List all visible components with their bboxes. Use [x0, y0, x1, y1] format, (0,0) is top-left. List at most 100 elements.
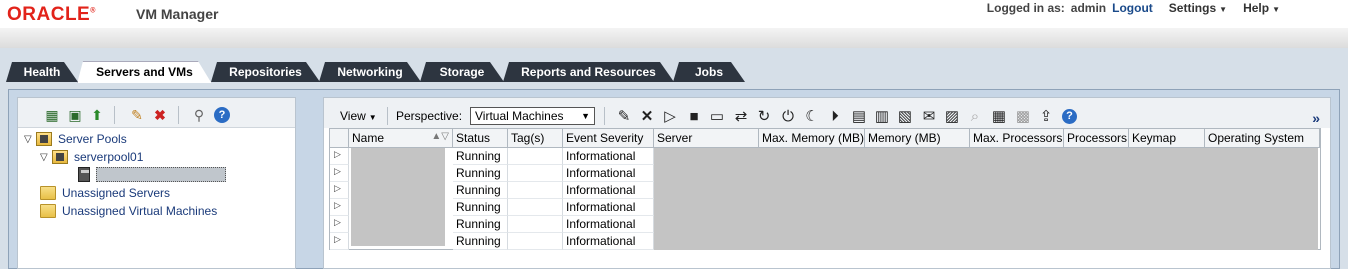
- navigation-toolbar: ▦ ▣ ⬆ ✎ ✖ ⚲ ?: [18, 98, 295, 128]
- column-header-name[interactable]: Name ▲▽: [349, 129, 453, 148]
- toolbar-separator: [178, 106, 179, 124]
- severity-cell: Informational: [563, 216, 654, 233]
- copy-icon[interactable]: ▨: [943, 109, 961, 125]
- user-bar: Logged in as: admin Logout Settings ▼ Hel…: [987, 1, 1280, 15]
- column-header-server[interactable]: Server: [654, 129, 759, 148]
- export-icon[interactable]: ▦: [990, 109, 1008, 125]
- navigation-panel: ▦ ▣ ⬆ ✎ ✖ ⚲ ? ▽ Server Pools ▽ serverpoo…: [17, 97, 296, 269]
- create-server-pool-icon[interactable]: ▦: [44, 107, 60, 123]
- restart-icon[interactable]: ↻: [755, 109, 773, 125]
- tree-node-server[interactable]: [78, 165, 226, 183]
- folder-icon: [40, 204, 56, 218]
- tags-cell: [508, 233, 563, 250]
- chevron-down-icon: ▼: [368, 113, 377, 122]
- kill-icon[interactable]: ⏻: [779, 109, 797, 125]
- tab-reports-and-resources[interactable]: Reports and Resources: [503, 62, 674, 82]
- start-icon[interactable]: ▷: [661, 109, 679, 125]
- server-pool-folder-icon: [36, 132, 52, 146]
- severity-cell: Informational: [563, 148, 654, 165]
- username: admin: [1070, 1, 1107, 15]
- upload-file-icon[interactable]: ⇪: [1037, 109, 1055, 125]
- status-cell: Running: [453, 148, 508, 165]
- assembly-icon[interactable]: ▧: [896, 109, 914, 125]
- tree-node-label: Unassigned Virtual Machines: [62, 204, 218, 218]
- tags-cell: [508, 182, 563, 199]
- edit-icon[interactable]: ✎: [615, 109, 633, 125]
- message-icon[interactable]: ✉: [920, 109, 938, 125]
- tab-storage[interactable]: Storage: [420, 62, 504, 82]
- tree-node-label: Unassigned Servers: [62, 186, 171, 200]
- settings-menu[interactable]: Settings ▼: [1169, 1, 1227, 15]
- severity-cell: Informational: [563, 182, 654, 199]
- tree-node-unassigned-vms[interactable]: Unassigned Virtual Machines: [40, 202, 217, 220]
- header-band: [0, 28, 1348, 48]
- column-header-event-severity[interactable]: Event Severity: [563, 129, 654, 148]
- toolbar-separator: [604, 107, 605, 125]
- tree-node-server-pools[interactable]: ▽ Server Pools: [24, 130, 127, 148]
- suspend-icon[interactable]: ☾: [803, 109, 821, 125]
- help-menu[interactable]: Help ▼: [1243, 1, 1280, 15]
- tags-cell: [508, 199, 563, 216]
- chevron-down-icon: ▼: [1272, 5, 1280, 14]
- perspective-select[interactable]: Virtual Machines ▼: [470, 107, 595, 125]
- sendmsg-icon[interactable]: ⌕: [966, 109, 984, 125]
- tab-networking[interactable]: Networking: [319, 62, 421, 82]
- status-cell: Running: [453, 199, 508, 216]
- expand-row-icon[interactable]: ▷: [330, 182, 349, 199]
- collapse-icon[interactable]: ▽: [40, 152, 52, 163]
- stop-icon[interactable]: ■: [685, 109, 703, 125]
- toolbar-overflow-button[interactable]: »: [1312, 110, 1320, 126]
- column-header-keymap[interactable]: Keymap: [1129, 129, 1205, 148]
- column-header-operating-system[interactable]: Operating System: [1205, 129, 1320, 148]
- column-header-max-processors[interactable]: Max. Processors: [970, 129, 1064, 148]
- toolbar-separator: [114, 106, 115, 124]
- severity-cell: Informational: [563, 233, 654, 250]
- expand-row-icon[interactable]: ▷: [330, 148, 349, 165]
- column-header-status[interactable]: Status: [453, 129, 508, 148]
- tab-servers-and-vms[interactable]: Servers and VMs: [77, 61, 212, 84]
- delete-icon[interactable]: ✕: [638, 109, 656, 125]
- column-header-disclosure: [330, 129, 349, 148]
- tab-repositories[interactable]: Repositories: [211, 62, 320, 82]
- migrate-icon[interactable]: ⇄: [732, 109, 750, 125]
- logout-link[interactable]: Logout: [1112, 1, 1153, 15]
- help-icon[interactable]: ?: [1062, 109, 1077, 124]
- upload-icon[interactable]: ⬆: [89, 107, 105, 123]
- upload-icon[interactable]: ▩: [1014, 109, 1032, 125]
- app-header: ORACLE® VM Manager Logged in as: admin L…: [0, 0, 1348, 28]
- expand-row-icon[interactable]: ▷: [330, 233, 349, 250]
- resume-icon[interactable]: ⏵: [826, 109, 844, 125]
- status-cell: Running: [453, 233, 508, 250]
- redacted-details-columns: [654, 148, 1318, 250]
- severity-cell: Informational: [563, 165, 654, 182]
- add-server-icon[interactable]: ▣: [67, 107, 83, 123]
- sort-arrows-icon[interactable]: ▲▽: [431, 131, 449, 142]
- tree-node-label: serverpool01: [74, 150, 144, 164]
- edit-icon[interactable]: ✎: [129, 107, 145, 123]
- column-header-processors[interactable]: Processors: [1064, 129, 1129, 148]
- selected-server-redacted[interactable]: [96, 166, 226, 182]
- expand-row-icon[interactable]: ▷: [330, 165, 349, 182]
- tree-node-unassigned-servers[interactable]: Unassigned Servers: [40, 184, 170, 202]
- console-icon[interactable]: ▭: [708, 109, 726, 125]
- column-header-tags[interactable]: Tag(s): [508, 129, 563, 148]
- folder-icon: [40, 186, 56, 200]
- collapse-icon[interactable]: ▽: [24, 134, 36, 145]
- column-header-memory[interactable]: Memory (MB): [865, 129, 970, 148]
- search-icon[interactable]: ⚲: [191, 107, 207, 123]
- chevron-down-icon: ▼: [1219, 5, 1228, 14]
- expand-row-icon[interactable]: ▷: [330, 216, 349, 233]
- server-icon: [78, 166, 90, 182]
- view-menu[interactable]: View ▼: [340, 109, 377, 123]
- help-icon[interactable]: ?: [214, 107, 230, 123]
- server-pool-icon: [52, 150, 68, 164]
- severity-cell: Informational: [563, 199, 654, 216]
- perspective-label: Perspective:: [396, 109, 463, 123]
- template-icon[interactable]: ▥: [873, 109, 891, 125]
- tree-node-serverpool01[interactable]: ▽ serverpool01: [40, 148, 143, 166]
- column-header-max-memory[interactable]: Max. Memory (MB): [759, 129, 865, 148]
- delete-icon[interactable]: ✖: [152, 107, 168, 123]
- status-cell: Running: [453, 182, 508, 199]
- expand-row-icon[interactable]: ▷: [330, 199, 349, 216]
- clone-icon[interactable]: ▤: [850, 109, 868, 125]
